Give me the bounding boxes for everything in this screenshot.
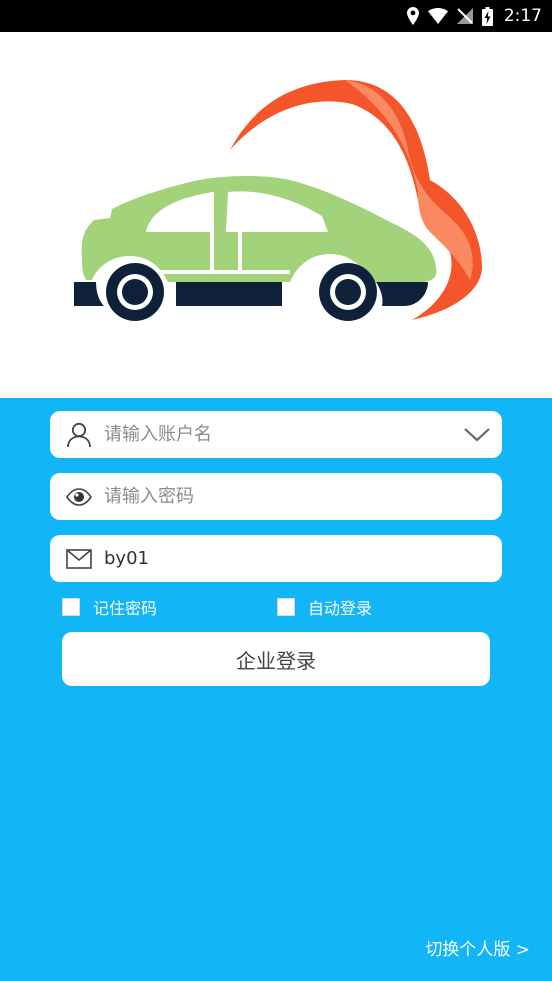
wifi-icon bbox=[427, 8, 448, 24]
logo-car-underbody bbox=[74, 282, 104, 306]
logo-car-rear-under bbox=[376, 282, 428, 306]
status-icons: 2:17 bbox=[406, 0, 542, 32]
logo-car-sill bbox=[176, 282, 282, 306]
remember-password-label: 记住密码 bbox=[93, 599, 158, 618]
auto-login-label: 自动登录 bbox=[308, 599, 373, 618]
logo-car-wheel-rear-hub bbox=[335, 279, 361, 305]
username-field[interactable] bbox=[50, 411, 502, 458]
auto-login-option[interactable]: 自动登录 bbox=[277, 596, 372, 618]
logo-car-wheel-front-hub bbox=[122, 279, 148, 305]
username-input[interactable] bbox=[104, 411, 444, 458]
chevron-down-icon[interactable] bbox=[462, 421, 492, 449]
auto-login-checkbox[interactable] bbox=[277, 598, 295, 616]
password-field[interactable] bbox=[50, 473, 502, 520]
company-code-field[interactable] bbox=[50, 535, 502, 582]
logo-car-door-line bbox=[238, 232, 242, 272]
battery-charging-icon bbox=[481, 6, 493, 26]
logo-car-window-pillar bbox=[210, 192, 214, 270]
no-signal-icon bbox=[456, 8, 473, 24]
enterprise-login-button[interactable]: 企业登录 bbox=[62, 632, 490, 686]
status-time: 2:17 bbox=[503, 6, 542, 26]
remember-password-option[interactable]: 记住密码 bbox=[62, 596, 157, 618]
car-logo bbox=[74, 80, 482, 321]
eye-icon[interactable] bbox=[65, 483, 93, 511]
location-icon bbox=[406, 7, 419, 25]
company-code-input[interactable] bbox=[104, 535, 444, 582]
status-bar: 2:17 bbox=[0, 0, 552, 32]
logo-car-mid-stripe bbox=[140, 270, 290, 274]
password-input[interactable] bbox=[104, 473, 444, 520]
switch-personal-version-link[interactable]: 切换个人版 > bbox=[425, 935, 530, 960]
mail-icon bbox=[65, 545, 93, 573]
app-logo-area bbox=[0, 32, 552, 398]
login-options-row: 记住密码 自动登录 bbox=[0, 596, 552, 620]
user-icon bbox=[65, 421, 93, 449]
remember-password-checkbox[interactable] bbox=[62, 598, 80, 616]
